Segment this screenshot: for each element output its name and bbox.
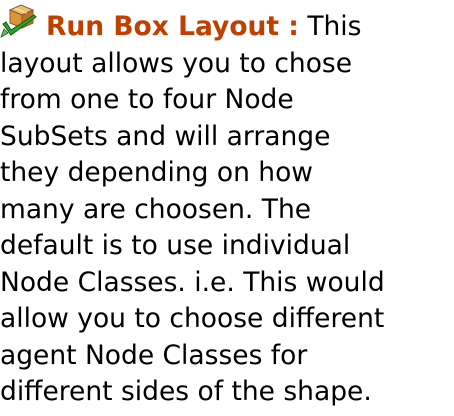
description-line: different sides of the shape.: [0, 376, 372, 407]
entry-first-line: Run Box Layout : This: [0, 4, 450, 46]
description-line: SubSets and will arrange: [0, 120, 331, 152]
run-box-layout-icon: [0, 4, 38, 38]
description-line: Node Classes. i.e. This would: [0, 266, 385, 298]
term-title: Run Box Layout :: [46, 11, 299, 42]
description-line: many are choosen. The: [0, 193, 312, 225]
description-line: allow you to choose different: [0, 303, 385, 334]
description-line: agent Node Classes for: [0, 339, 308, 371]
help-entry: Run Box Layout : This layout allows you …: [0, 4, 450, 411]
description-line: they depending on how: [0, 157, 313, 188]
description-line: This: [307, 11, 362, 42]
description-line: layout allows you to chose: [0, 47, 353, 79]
description-line: from one to four Node: [0, 84, 294, 115]
description-line: default is to use individual: [0, 230, 351, 261]
